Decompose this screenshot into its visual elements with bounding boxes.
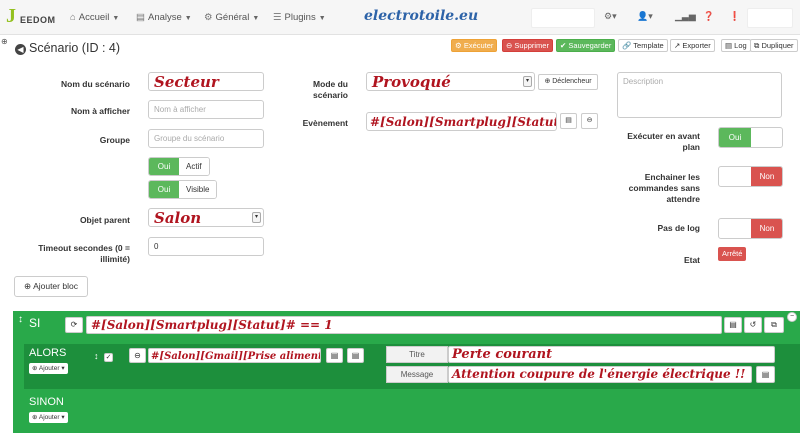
parent-object-select[interactable]: Salon ▾ bbox=[148, 208, 264, 227]
duplicate-button[interactable]: ⧉ Dupliquer bbox=[750, 39, 798, 52]
template-button[interactable]: 🔗 Template bbox=[618, 39, 668, 52]
remove-action-icon[interactable]: ⊖ bbox=[129, 348, 146, 363]
enable-checkbox[interactable]: ✓ bbox=[104, 353, 113, 362]
chevron-down-icon: ▾ bbox=[252, 212, 261, 223]
title-label: Titre bbox=[386, 346, 448, 363]
trigger-button[interactable]: ⊕ Déclencheur bbox=[538, 74, 598, 90]
parent-object-label: Objet parent bbox=[79, 215, 130, 225]
signal-icon[interactable]: ▁▃▅ bbox=[675, 11, 696, 22]
description-textarea[interactable]: Description bbox=[617, 72, 782, 118]
alors-label: ALORS bbox=[29, 347, 67, 359]
execute-button[interactable]: ⚙ Exécuter bbox=[451, 39, 498, 52]
nav-blank-field-2 bbox=[747, 8, 793, 28]
list-icon[interactable]: ▤ bbox=[326, 348, 343, 363]
action-command-input[interactable]: #[Salon][Gmail][Prise alimenté]# bbox=[148, 348, 321, 363]
refresh-icon[interactable]: ⟳ bbox=[65, 317, 83, 333]
menu-general[interactable]: ⚙ Général ▼ bbox=[204, 12, 259, 23]
list-icon[interactable]: ▤ bbox=[347, 348, 364, 363]
display-name-input[interactable]: Nom à afficher bbox=[148, 100, 264, 119]
page-title: ◀ Scénario (ID : 4) bbox=[15, 41, 120, 55]
message-input[interactable]: Attention coupure de l'énergie électriqu… bbox=[448, 366, 752, 383]
caret-down-icon: ▼ bbox=[184, 15, 192, 22]
mode-select[interactable]: Provoqué ▾ bbox=[366, 72, 535, 91]
foreground-switch[interactable]: Oui bbox=[718, 127, 783, 148]
timeout-label: Timeout secondes (0 = illimité) bbox=[38, 243, 130, 264]
tasks-icon: ☰ bbox=[273, 12, 282, 23]
help-icon[interactable]: ❓ bbox=[703, 11, 714, 22]
settings-icon[interactable]: ⚙▾ bbox=[604, 11, 617, 22]
si-label: SI bbox=[29, 316, 41, 330]
nav-blank-field bbox=[531, 8, 595, 28]
menu-plugins[interactable]: ☰ Plugins ▼ bbox=[273, 12, 326, 23]
menu-analyse[interactable]: ▤ Analyse ▼ bbox=[136, 12, 192, 23]
back-arrow-icon[interactable]: ◀ bbox=[15, 44, 26, 55]
state-label: Etat bbox=[683, 255, 700, 265]
drag-handle-icon[interactable]: ↕ bbox=[94, 351, 99, 361]
top-navbar: J EEDOM ⌂ Accueil ▼ ▤ Analyse ▼ ⚙ Général ▼ ☰ P… bbox=[0, 0, 800, 35]
group-label: Groupe bbox=[99, 135, 130, 145]
sinon-add-button[interactable]: ⊕ Ajouter ▾ bbox=[29, 412, 68, 423]
state-badge: Arrêté bbox=[718, 247, 747, 261]
watermark-text: electrotoile.eu bbox=[364, 8, 479, 24]
list-icon[interactable]: ▤ bbox=[724, 317, 742, 333]
save-button[interactable]: ✔ Sauvegarder bbox=[556, 39, 616, 52]
chevron-down-icon: ▾ bbox=[523, 76, 532, 87]
title-input[interactable]: Perte courant bbox=[448, 346, 775, 363]
user-icon[interactable]: 👤▾ bbox=[637, 11, 653, 22]
timeout-input[interactable]: 0 bbox=[148, 237, 264, 256]
menu-accueil[interactable]: ⌂ Accueil ▼ bbox=[70, 12, 119, 23]
sinon-label: SINON bbox=[29, 396, 64, 408]
copy-icon[interactable]: ⧉ bbox=[764, 317, 784, 333]
name-label: Nom du scénario bbox=[61, 79, 130, 89]
home-icon: ⌂ bbox=[70, 12, 76, 23]
add-block-button[interactable]: ⊕ Ajouter bloc bbox=[14, 276, 88, 297]
message-label: Message bbox=[386, 366, 448, 383]
undo-icon[interactable]: ↺ bbox=[744, 317, 762, 333]
mode-label: Mode du scénario bbox=[313, 79, 348, 100]
active-toggle[interactable]: Oui Actif bbox=[148, 157, 210, 176]
list-icon[interactable]: ▤ bbox=[560, 113, 577, 129]
caret-down-icon: ▼ bbox=[112, 15, 120, 22]
foreground-label: Exécuter en avant plan bbox=[627, 131, 700, 152]
export-button[interactable]: ↗ Exporter bbox=[670, 39, 715, 52]
chain-commands-switch[interactable]: Non bbox=[718, 166, 783, 187]
caret-down-icon: ▼ bbox=[252, 15, 260, 22]
name-input[interactable]: Secteur bbox=[148, 72, 264, 91]
logo-mark: J bbox=[6, 5, 16, 27]
log-button[interactable]: ▤ Log bbox=[721, 39, 751, 52]
remove-block-icon[interactable]: − bbox=[787, 312, 797, 322]
no-log-label: Pas de log bbox=[657, 223, 700, 233]
no-log-switch[interactable]: Non bbox=[718, 218, 783, 239]
group-input[interactable]: Groupe du scénario bbox=[148, 129, 264, 148]
jeedom-logo[interactable]: J EEDOM bbox=[6, 5, 56, 29]
condition-input[interactable]: #[Salon][Smartplug][Statut]# == 1 bbox=[86, 316, 722, 334]
event-label: Evènement bbox=[302, 118, 348, 128]
wrench-icon: ⚙ bbox=[204, 12, 213, 23]
caret-down-icon: ▼ bbox=[318, 15, 326, 22]
list-icon[interactable]: ▤ bbox=[756, 366, 775, 383]
alors-add-button[interactable]: ⊕ Ajouter ▾ bbox=[29, 363, 68, 374]
chain-commands-label: Enchainer les commandes sans attendre bbox=[628, 172, 700, 204]
display-name-label: Nom à afficher bbox=[70, 106, 130, 116]
chart-icon: ▤ bbox=[136, 12, 145, 23]
drag-handle-icon[interactable]: ↕ bbox=[18, 314, 23, 325]
remove-icon[interactable]: ⊖ bbox=[581, 113, 598, 129]
visible-toggle[interactable]: Oui Visible bbox=[148, 180, 218, 199]
event-input[interactable]: #[Salon][Smartplug][Statut]# bbox=[366, 112, 557, 131]
sidebar-toggle-icon[interactable]: ⊕ bbox=[1, 37, 8, 46]
info-icon[interactable]: ❗ bbox=[729, 11, 740, 22]
logo-text: EEDOM bbox=[20, 15, 56, 25]
delete-button[interactable]: ⊖ Supprimer bbox=[502, 39, 553, 52]
